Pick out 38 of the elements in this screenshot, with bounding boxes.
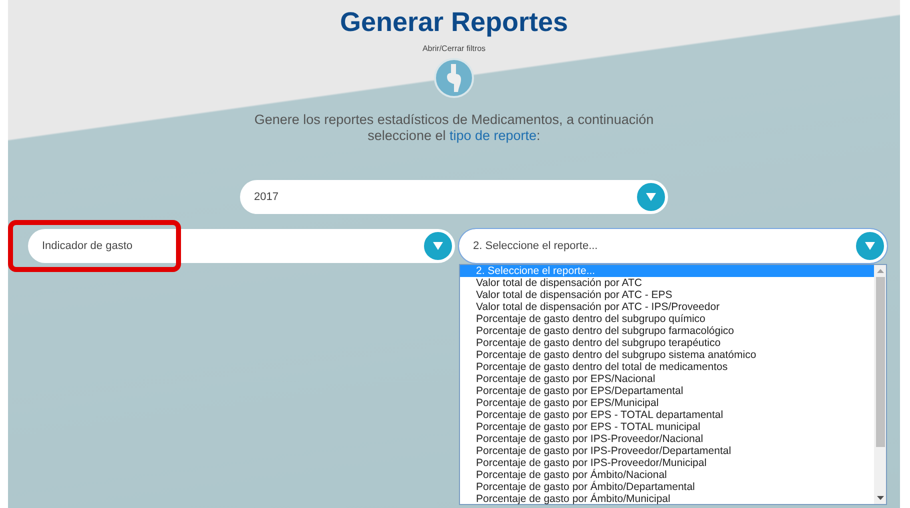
report-option[interactable]: Valor total de dispensación por ATC - IPS/Proveedor — [460, 301, 874, 313]
scrollbar-thumb[interactable] — [876, 277, 884, 447]
report-option[interactable]: Porcentaje de gasto dentro del subgrupo químico — [460, 313, 874, 325]
report-option[interactable]: Valor total de dispensación por ATC - EPS — [460, 289, 874, 301]
caret-icon — [433, 242, 443, 250]
report-option[interactable]: Porcentaje de gasto por EPS - TOTAL municipal — [460, 421, 874, 433]
page-title: Generar Reportes — [340, 6, 568, 39]
report-option[interactable]: Porcentaje de gasto por IPS-Proveedor/Departamental — [460, 445, 874, 457]
toggle-filters-label[interactable]: Abrir/Cerrar filtros — [422, 44, 486, 54]
dropdown-toggle[interactable] — [854, 230, 886, 262]
scroll-down-icon[interactable] — [876, 496, 884, 500]
caret-icon — [865, 242, 875, 250]
report-option[interactable]: Porcentaje de gasto por IPS-Proveedor/Municipal — [460, 457, 874, 469]
colon-text: : — [536, 128, 540, 143]
report-option[interactable]: Porcentaje de gasto por Ámbito/Nacional — [460, 469, 874, 481]
scrollbar[interactable] — [874, 265, 886, 504]
description-text: Genere los reportes estadísticos de Medicamentos, a continuación seleccione el tipo de reporte: — [253, 112, 655, 144]
year-select[interactable]: 2017 — [240, 180, 668, 214]
report-option[interactable]: Porcentaje de gasto por Ámbito/Departamental — [460, 481, 874, 493]
report-option[interactable]: Porcentaje de gasto dentro del subgrupo sistema anatómico — [460, 349, 874, 361]
pointing-hand-icon — [445, 64, 463, 92]
type-select[interactable]: Indicador de gasto — [28, 229, 455, 263]
report-option[interactable]: Porcentaje de gasto por EPS/Municipal — [460, 397, 874, 409]
report-option[interactable]: Porcentaje de gasto por Ámbito/Municipal — [460, 493, 874, 505]
dropdown-toggle[interactable] — [635, 181, 667, 213]
report-option[interactable]: Valor total de dispensación por ATC — [460, 277, 874, 289]
report-option[interactable]: Porcentaje de gasto por EPS/Nacional — [460, 373, 874, 385]
dropdown-toggle[interactable] — [422, 230, 454, 262]
report-option[interactable]: Porcentaje de gasto por IPS-Proveedor/Nacional — [460, 433, 874, 445]
caret-icon — [646, 193, 656, 201]
toggle-filters-button[interactable] — [434, 58, 474, 98]
report-option[interactable]: Porcentaje de gasto dentro del subgrupo terapéutico — [460, 337, 874, 349]
report-option[interactable]: Porcentaje de gasto dentro del total de medicamentos — [460, 361, 874, 373]
scroll-up-icon[interactable] — [876, 269, 884, 273]
report-select[interactable]: 2. Seleccione el reporte... — [459, 229, 887, 263]
report-option[interactable]: Porcentaje de gasto dentro del subgrupo farmacológico — [460, 325, 874, 337]
report-option[interactable]: Porcentaje de gasto por EPS/Departamental — [460, 385, 874, 397]
report-option[interactable]: Porcentaje de gasto por EPS - TOTAL departamental — [460, 409, 874, 421]
